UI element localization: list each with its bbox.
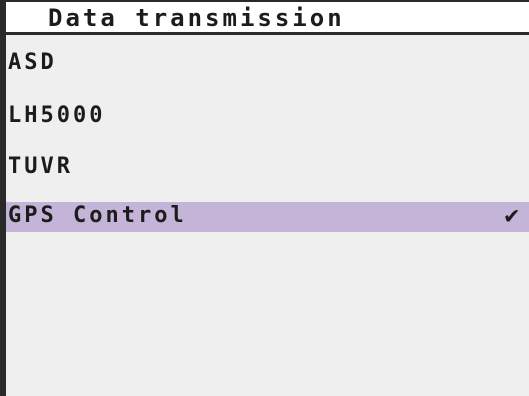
menu-item-label: LH5000 xyxy=(8,103,106,128)
menu-item-label: GPS Control xyxy=(8,203,187,228)
page-title: Data transmission xyxy=(48,4,345,32)
menu-item-lh5000[interactable]: LH5000 xyxy=(6,102,529,132)
checkmark-icon: ✔ xyxy=(504,201,519,229)
title-bar: Data transmission xyxy=(6,2,529,35)
device-bezel: Data transmission ASD LH5000 TUVR GPS Co… xyxy=(0,0,529,396)
display-screen: Data transmission ASD LH5000 TUVR GPS Co… xyxy=(6,2,529,396)
menu-item-asd[interactable]: ASD xyxy=(6,49,529,79)
menu-item-tuvr[interactable]: TUVR xyxy=(6,153,529,183)
menu-item-gps-control[interactable]: GPS Control ✔ xyxy=(6,201,529,232)
menu-item-label: TUVR xyxy=(8,154,73,179)
menu-item-label: ASD xyxy=(8,50,57,75)
